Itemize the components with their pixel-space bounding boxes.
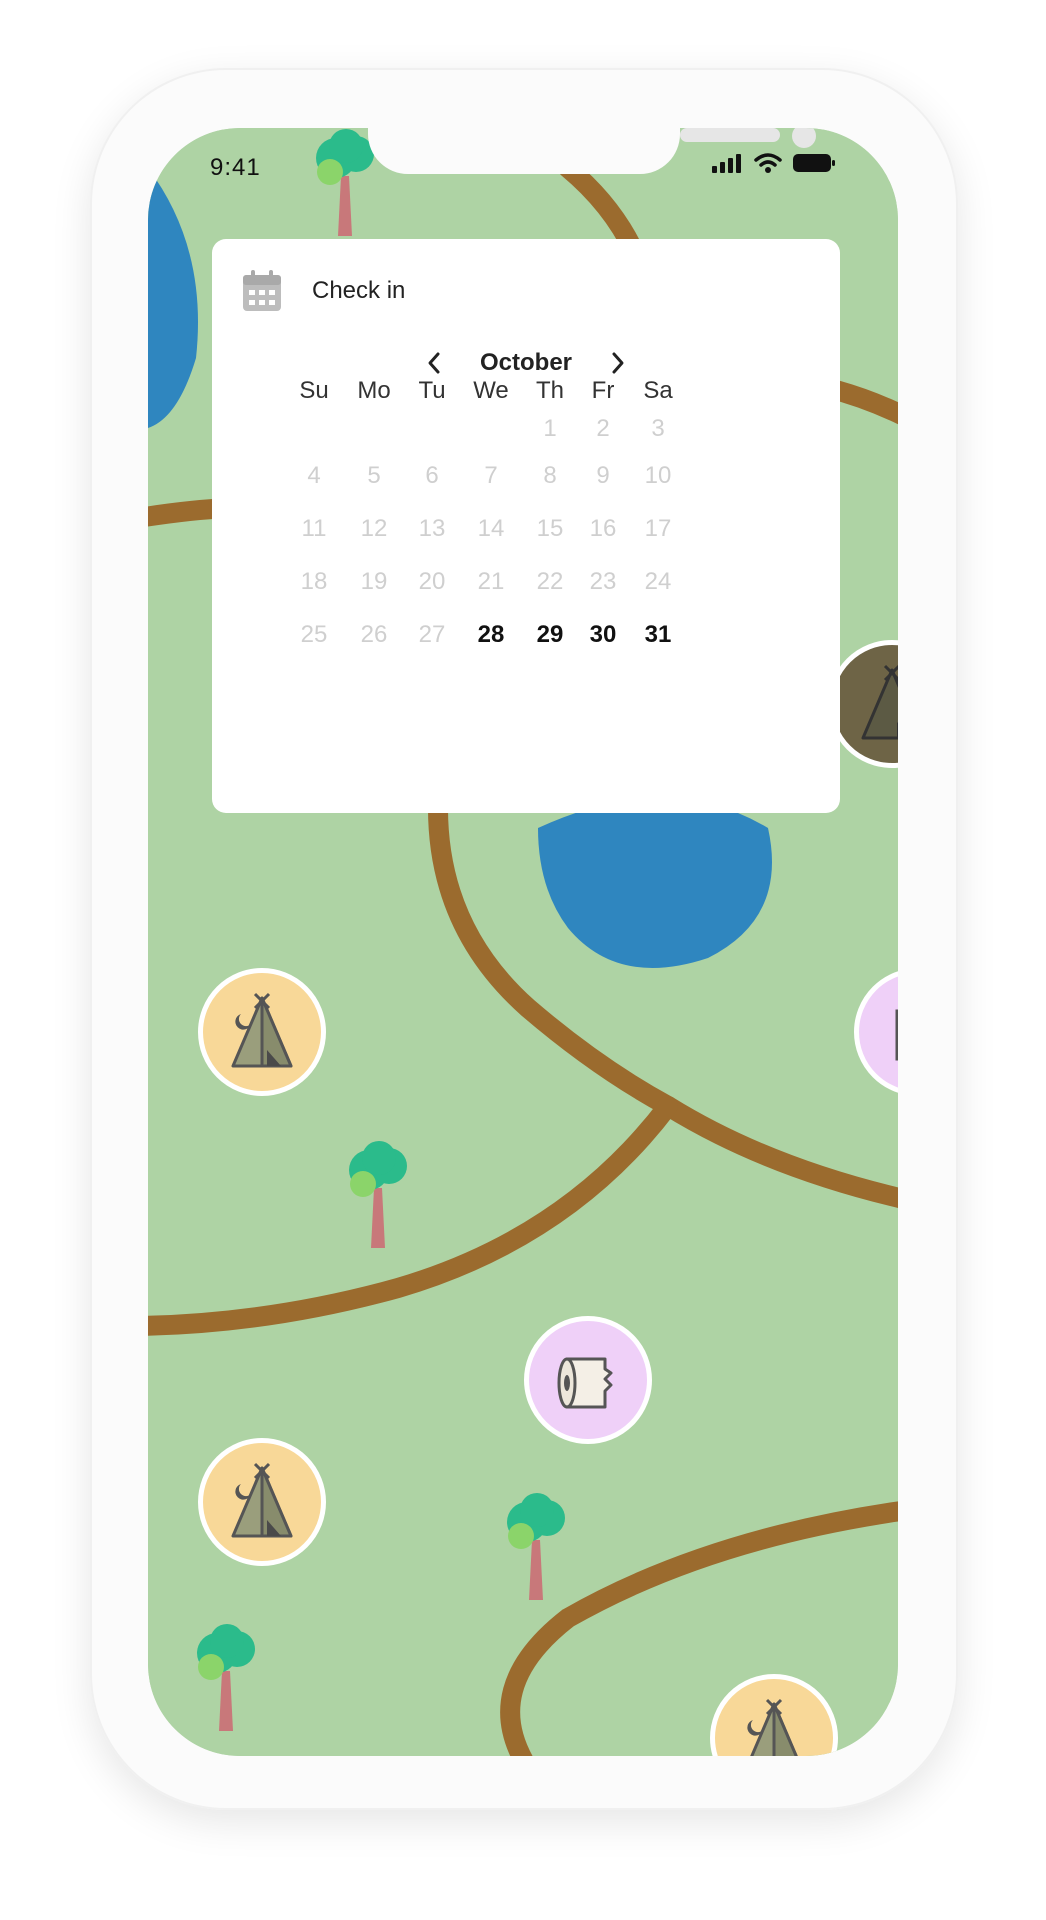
day-disabled: 19 bbox=[360, 568, 388, 595]
weekday-label: Tu bbox=[418, 377, 446, 404]
weekday-label: Fr bbox=[591, 377, 615, 404]
day-disabled: 14 bbox=[477, 515, 505, 542]
next-month-button[interactable] bbox=[606, 351, 630, 375]
weekday-label: Th bbox=[535, 377, 564, 404]
day-disabled: 25 bbox=[300, 621, 328, 648]
day-disabled: 11 bbox=[301, 515, 327, 542]
day-disabled: 24 bbox=[644, 568, 672, 595]
chevron-right-icon bbox=[612, 352, 624, 374]
month-navigation: October bbox=[212, 349, 840, 377]
card-title: Check in bbox=[312, 277, 406, 304]
wifi-icon bbox=[754, 153, 782, 173]
day-disabled: 9 bbox=[596, 462, 610, 489]
day-disabled: 15 bbox=[536, 515, 564, 542]
day-disabled: 10 bbox=[644, 462, 672, 489]
day-disabled: 3 bbox=[651, 415, 665, 442]
toilet-paper-icon bbox=[895, 1009, 898, 1061]
chevron-left-icon bbox=[428, 352, 440, 374]
tree-icon bbox=[197, 1624, 255, 1731]
day-disabled: 13 bbox=[418, 515, 446, 542]
day-available[interactable]: 28 bbox=[461, 621, 521, 649]
tent-icon bbox=[747, 1698, 798, 1756]
day-available[interactable]: 29 bbox=[520, 621, 580, 649]
day-disabled: 6 bbox=[425, 462, 439, 489]
day-disabled: 4 bbox=[307, 462, 321, 489]
weekday-label: Su bbox=[299, 377, 329, 404]
day-disabled: 22 bbox=[536, 568, 564, 595]
day-disabled: 20 bbox=[418, 568, 446, 595]
campsite-marker[interactable] bbox=[198, 1438, 326, 1566]
tent-icon bbox=[231, 1462, 293, 1538]
previous-month-button[interactable] bbox=[422, 351, 446, 375]
toilet-paper-icon bbox=[557, 1357, 613, 1409]
day-disabled: 12 bbox=[360, 515, 388, 542]
day-disabled: 17 bbox=[644, 515, 672, 542]
status-time: 9:41 bbox=[210, 154, 261, 181]
calendar-icon bbox=[243, 270, 281, 311]
day-disabled: 8 bbox=[543, 462, 557, 489]
weekday-label: Sa bbox=[643, 377, 673, 404]
toilet-marker[interactable] bbox=[524, 1316, 652, 1444]
day-disabled: 27 bbox=[418, 621, 446, 648]
day-disabled: 5 bbox=[367, 462, 381, 489]
campsite-marker[interactable] bbox=[198, 968, 326, 1096]
day-available[interactable]: 30 bbox=[573, 621, 633, 649]
day-disabled: 1 bbox=[543, 415, 557, 442]
tree-icon bbox=[507, 1493, 565, 1600]
day-disabled: 21 bbox=[477, 568, 505, 595]
device-notch bbox=[368, 128, 816, 174]
day-disabled: 23 bbox=[589, 568, 617, 595]
weekday-label: We bbox=[473, 377, 509, 404]
day-available[interactable]: 31 bbox=[628, 621, 688, 649]
day-disabled: 2 bbox=[596, 415, 610, 442]
day-disabled: 7 bbox=[484, 462, 498, 489]
app-screen: 9:41 Check in October Su Mo Tu We Th Fr … bbox=[148, 128, 898, 1756]
day-disabled: 16 bbox=[589, 515, 617, 542]
day-disabled: 26 bbox=[360, 621, 388, 648]
status-icons bbox=[712, 152, 836, 174]
card-header: Check in bbox=[242, 269, 405, 313]
tent-icon bbox=[231, 992, 293, 1068]
day-disabled: 18 bbox=[300, 568, 328, 595]
battery-icon bbox=[793, 154, 835, 172]
tent-icon bbox=[861, 664, 898, 740]
month-label: October bbox=[479, 349, 572, 376]
cellular-signal-icon bbox=[712, 154, 741, 173]
speaker-grille bbox=[680, 128, 780, 142]
check-in-calendar-card: Check in October Su Mo Tu We Th Fr Sa 1 2 3 4 5 6 7 8 9… bbox=[212, 239, 840, 813]
weekday-label: Mo bbox=[357, 377, 391, 404]
tree-icon bbox=[349, 1141, 407, 1248]
